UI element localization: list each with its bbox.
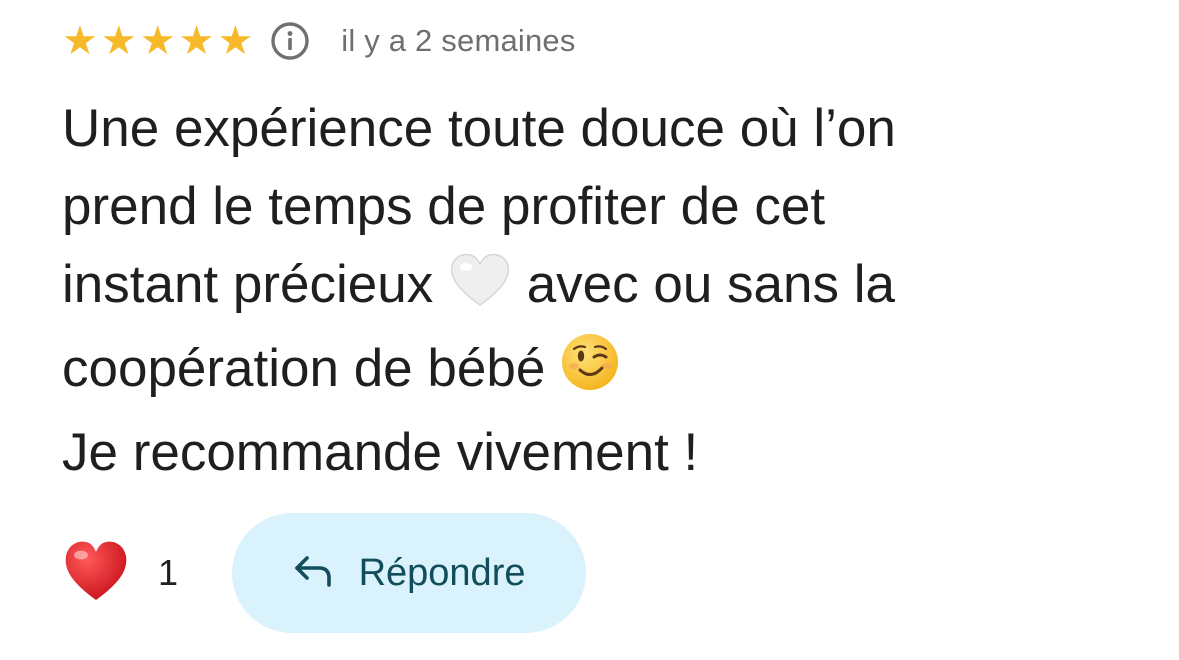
review-text: Une expérience toute douce où l’on prend… xyxy=(62,90,1142,492)
info-icon[interactable] xyxy=(269,20,311,62)
review-card: ★ ★ ★ ★ ★ il y a 2 semaines Une expérien… xyxy=(62,18,1142,492)
review-text-line: coopération de bébé xyxy=(62,339,546,398)
review-text-line: prend le temps de profiter de cet xyxy=(62,177,826,236)
star-icon: ★ xyxy=(62,18,98,64)
review-date: il y a 2 semaines xyxy=(341,23,576,58)
red-heart-emoji xyxy=(62,539,130,608)
star-icon: ★ xyxy=(217,18,254,64)
reply-arrow-icon xyxy=(293,554,333,593)
star-rating: ★ ★ ★ ★ ★ xyxy=(62,21,253,61)
star-icon: ★ xyxy=(178,18,215,64)
star-icon: ★ xyxy=(139,18,176,64)
like-count: 1 xyxy=(158,552,179,593)
white-heart-emoji xyxy=(448,252,512,330)
reply-button[interactable]: Répondre xyxy=(232,513,587,633)
review-text-line: Une expérience toute douce où l’on xyxy=(62,99,896,158)
review-text-line: instant précieux xyxy=(62,255,434,314)
review-text-line: Je recommande vivement ! xyxy=(62,423,699,482)
like-button[interactable]: 1 xyxy=(62,539,178,608)
wink-emoji xyxy=(560,332,620,414)
star-icon: ★ xyxy=(100,18,137,64)
review-actions: 1 Répondre xyxy=(62,513,587,633)
review-text-line: avec ou sans la xyxy=(526,255,895,314)
review-meta: ★ ★ ★ ★ ★ il y a 2 semaines xyxy=(62,18,1142,64)
reply-label: Répondre xyxy=(358,551,526,594)
